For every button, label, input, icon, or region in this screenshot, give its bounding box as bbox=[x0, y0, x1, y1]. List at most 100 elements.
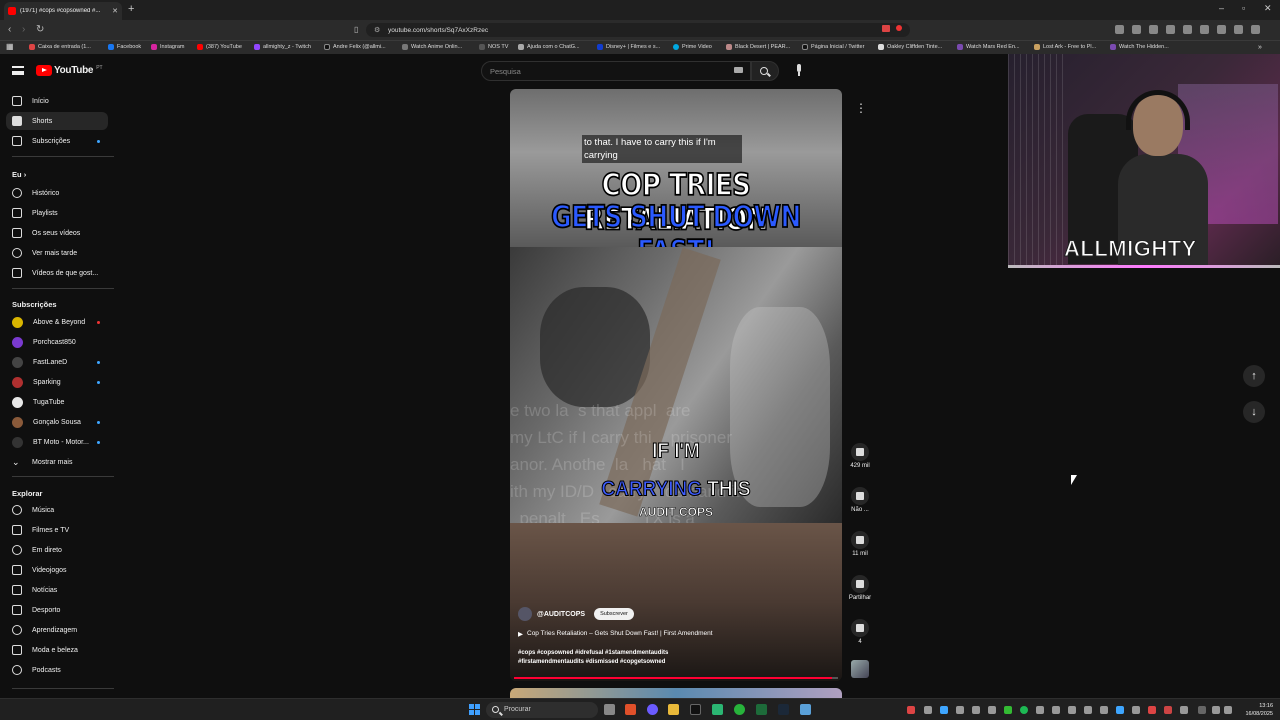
video-title-row[interactable]: ▶ Cop Tries Retaliation – Gets Shut Down … bbox=[518, 630, 713, 638]
clock[interactable]: 13:16 16/08/2025 bbox=[1237, 702, 1273, 718]
file-explorer-icon[interactable] bbox=[668, 704, 679, 715]
keyboard-icon[interactable] bbox=[734, 67, 743, 73]
steam-icon[interactable] bbox=[778, 704, 789, 715]
tray-icon[interactable] bbox=[1180, 706, 1188, 714]
tray-icon[interactable] bbox=[1004, 706, 1012, 714]
next-short-button[interactable]: ↓ bbox=[1243, 401, 1265, 423]
wallet-icon[interactable] bbox=[1234, 25, 1243, 34]
brave-shield-icon[interactable] bbox=[882, 25, 890, 32]
sidebar-sub-tugatube[interactable]: TugaTube bbox=[6, 393, 108, 411]
remix-button[interactable]: 4 bbox=[844, 619, 876, 645]
next-short-preview[interactable] bbox=[510, 688, 842, 698]
tray-icon[interactable] bbox=[1068, 706, 1076, 714]
previous-short-button[interactable]: ↑ bbox=[1243, 365, 1265, 387]
sidebar-item-movies[interactable]: Filmes e TV bbox=[6, 521, 108, 539]
sidebar-item-playlists[interactable]: Playlists bbox=[6, 204, 108, 222]
bookmark-chatgpt[interactable]: Ajuda com o ChatG... bbox=[518, 44, 580, 50]
sidebar-sub-bt-moto[interactable]: BT Moto - Motor... bbox=[6, 433, 108, 451]
favorites-icon[interactable] bbox=[1217, 25, 1226, 34]
bookmark-twitch[interactable]: allmighty_z - Twitch bbox=[254, 44, 311, 50]
comments-button[interactable]: 11 mil bbox=[844, 531, 876, 557]
volume-icon[interactable] bbox=[1224, 706, 1232, 714]
sidebar-item-gaming[interactable]: Videojogos bbox=[6, 561, 108, 579]
bookmark-youtube[interactable]: (387) YouTube bbox=[197, 44, 242, 50]
bookmark-oakley[interactable]: Oakley Cliffden Tinte... bbox=[878, 44, 942, 50]
new-tab-icon[interactable]: + bbox=[128, 3, 134, 15]
bookmark-gmail[interactable]: Caixa de entrada (1... bbox=[29, 44, 91, 50]
excel-icon[interactable] bbox=[756, 704, 767, 715]
tray-icon[interactable] bbox=[924, 706, 932, 714]
bluetooth-icon[interactable] bbox=[1116, 706, 1124, 714]
tray-icon[interactable] bbox=[972, 706, 980, 714]
channel-avatar[interactable] bbox=[518, 607, 532, 621]
bookmark-instagram[interactable]: Instagram bbox=[151, 44, 184, 50]
sidebar-sub-goncalo-sousa[interactable]: Gonçalo Sousa bbox=[6, 413, 108, 431]
tray-icon[interactable] bbox=[907, 706, 915, 714]
sidebar-sub-fastlaned[interactable]: FastLaneD bbox=[6, 353, 108, 371]
sidebar-icon[interactable] bbox=[1183, 25, 1192, 34]
show-more-button[interactable]: ⌄ Mostrar mais bbox=[6, 453, 108, 471]
windows-start-icon[interactable] bbox=[469, 704, 480, 715]
task-view-icon[interactable] bbox=[604, 704, 615, 715]
youtube-logo[interactable]: YouTube PT bbox=[36, 65, 103, 76]
tray-icon[interactable] bbox=[1132, 706, 1140, 714]
bookmark-prime-video[interactable]: Prime Video bbox=[673, 44, 712, 50]
you-heading[interactable]: Eu › bbox=[12, 170, 26, 179]
sidebar-item-home[interactable]: Início bbox=[6, 92, 108, 110]
tray-icon[interactable] bbox=[956, 706, 964, 714]
bookmark-anime[interactable]: Watch Anime Onlin... bbox=[402, 44, 462, 50]
sidebar-item-history[interactable]: Histórico bbox=[6, 184, 108, 202]
sidebar-item-subscriptions[interactable]: Subscrições bbox=[6, 132, 108, 150]
brave-icon[interactable] bbox=[625, 704, 636, 715]
app-icon[interactable] bbox=[800, 704, 811, 715]
tray-icon[interactable] bbox=[1052, 706, 1060, 714]
channel-name[interactable]: @AUDITCOPS bbox=[537, 611, 585, 618]
extension-icon[interactable] bbox=[1200, 25, 1209, 34]
apps-grid-icon[interactable]: ▦ bbox=[6, 42, 14, 51]
network-icon[interactable] bbox=[1212, 706, 1220, 714]
tray-icon[interactable] bbox=[1036, 706, 1044, 714]
share-button[interactable]: Partilhar bbox=[844, 575, 876, 601]
tray-icon[interactable] bbox=[940, 706, 948, 714]
bookmark-lost-ark[interactable]: Lost Ark - Free to Pl... bbox=[1034, 44, 1096, 50]
bookmark-mars-red[interactable]: Watch Mars Red En... bbox=[957, 44, 1020, 50]
search-button[interactable] bbox=[751, 61, 779, 81]
tray-icon[interactable] bbox=[1084, 706, 1092, 714]
bookmark-facebook[interactable]: Facebook bbox=[108, 44, 141, 50]
sidebar-item-music[interactable]: Música bbox=[6, 501, 108, 519]
sidebar-sub-porchcast850[interactable]: Porchcast850 bbox=[6, 333, 108, 351]
sidebar-item-your-videos[interactable]: Os seus vídeos bbox=[6, 224, 108, 242]
minimize-icon[interactable]: – bbox=[1219, 3, 1224, 13]
sound-thumbnail[interactable] bbox=[851, 660, 869, 678]
sidebar-item-live[interactable]: Em direto bbox=[6, 541, 108, 559]
microphone-icon[interactable] bbox=[793, 64, 805, 78]
app-icon[interactable] bbox=[712, 704, 723, 715]
site-info-icon[interactable]: ⚙ bbox=[374, 26, 380, 34]
reload-icon[interactable]: ↻ bbox=[36, 24, 44, 35]
extension-alert-icon[interactable] bbox=[896, 25, 902, 31]
sidebar-item-shorts[interactable]: Shorts bbox=[6, 112, 108, 130]
sidebar-item-fashion[interactable]: Moda e beleza bbox=[6, 641, 108, 659]
spotify-icon[interactable] bbox=[1020, 706, 1028, 714]
bookmark-black-desert[interactable]: Black Desert | PEAR... bbox=[726, 44, 790, 50]
app-icon[interactable] bbox=[647, 704, 658, 715]
maximize-icon[interactable]: ▫ bbox=[1242, 3, 1245, 13]
sidebar-item-learning[interactable]: Aprendizagem bbox=[6, 621, 108, 639]
more-options-icon[interactable]: ⋮ bbox=[855, 102, 867, 116]
tray-icon[interactable] bbox=[988, 706, 996, 714]
bookmark-disney[interactable]: Disney+ | Filmes e s... bbox=[597, 44, 660, 50]
bookmark-tiktok[interactable]: Andre Felix (@allmi... bbox=[324, 44, 386, 50]
chevron-up-icon[interactable] bbox=[1198, 706, 1206, 714]
bookmark-twitter[interactable]: Página Inicial / Twitter bbox=[802, 44, 864, 50]
sidebar-item-podcasts[interactable]: Podcasts bbox=[6, 661, 108, 679]
like-button[interactable]: 429 mil bbox=[844, 443, 876, 469]
close-tab-icon[interactable]: ✕ bbox=[112, 7, 118, 15]
back-icon[interactable]: ‹ bbox=[8, 24, 11, 35]
hamburger-menu-icon[interactable] bbox=[12, 66, 24, 75]
tray-icon[interactable] bbox=[1148, 706, 1156, 714]
terminal-icon[interactable] bbox=[690, 704, 701, 715]
extension-icon[interactable] bbox=[1132, 25, 1141, 34]
menu-icon[interactable] bbox=[1251, 25, 1260, 34]
url-field[interactable]: ⚙ youtube.com/shorts/Sq7AxXzRzec bbox=[366, 23, 910, 37]
xbox-icon[interactable] bbox=[734, 704, 745, 715]
